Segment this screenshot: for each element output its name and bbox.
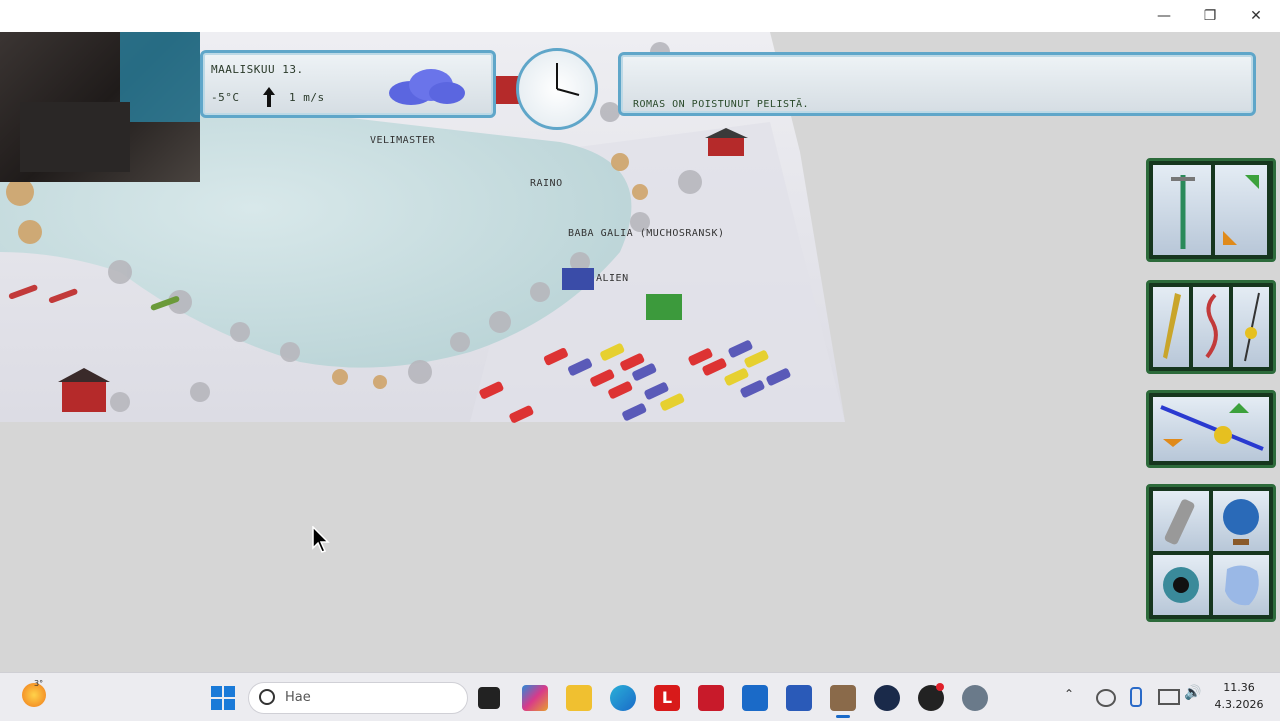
tool-group-rod: [1146, 390, 1276, 468]
taskbar: 3° L ⌃ 🔊 11.36 4.3.2026: [0, 672, 1280, 721]
microphone-icon[interactable]: [1130, 687, 1142, 707]
temperature-value: -5°C: [211, 91, 240, 104]
map-icon[interactable]: [1213, 555, 1269, 615]
clock-icon: [516, 48, 598, 130]
tool-group-bait: [1146, 280, 1276, 374]
recording-dot-icon: [936, 683, 944, 691]
start-icon[interactable]: [210, 685, 236, 711]
jig-icon[interactable]: [1233, 287, 1269, 367]
mouse-cursor-icon: [312, 525, 332, 558]
network-icon[interactable]: [1158, 689, 1180, 705]
volume-icon[interactable]: 🔊: [1184, 685, 1201, 701]
message-panel: ROMAS ON POISTUNUT PELISTÄ.: [618, 52, 1256, 116]
search-placeholder: Hae: [285, 690, 311, 705]
chevron-up-icon[interactable]: ⌃: [1064, 687, 1074, 701]
copilot-icon[interactable]: [522, 685, 548, 711]
game-app-icon[interactable]: [830, 685, 856, 711]
move-arrows-icon[interactable]: [1215, 165, 1267, 255]
status-panel: MAALISKUU 13. -5°C 1 m/s: [200, 50, 496, 118]
mcafee-icon[interactable]: [698, 685, 724, 711]
clock-time[interactable]: 11.36: [1214, 681, 1264, 694]
edge-browser-icon[interactable]: [610, 685, 636, 711]
active-app-indicator: [836, 715, 850, 718]
cloud-icon: [387, 67, 467, 107]
outlook-icon[interactable]: [742, 685, 768, 711]
player-label[interactable]: BABA GALIA (MUCHOSRANSK): [568, 228, 725, 239]
tool-group-drill: [1146, 158, 1276, 262]
restore-icon[interactable]: ❐: [1190, 4, 1230, 28]
game-viewport[interactable]: VELIMASTER RAINO BABA GALIA (MUCHOSRANSK…: [0, 32, 1280, 672]
fishing-rod-icon[interactable]: [1153, 397, 1269, 461]
search-icon: [259, 689, 275, 705]
thermos-icon[interactable]: [1153, 491, 1209, 551]
minimize-icon[interactable]: —: [1144, 4, 1184, 28]
clock-date[interactable]: 4.3.2026: [1208, 698, 1270, 711]
store-icon[interactable]: [786, 685, 812, 711]
globe-icon[interactable]: [1213, 491, 1269, 551]
ice-drill-icon[interactable]: [1153, 165, 1211, 255]
file-explorer-icon[interactable]: [566, 685, 592, 711]
settings-gear-icon[interactable]: [962, 685, 988, 711]
wind-speed: 1 m/s: [289, 91, 325, 104]
weather-badge: 3°: [34, 679, 44, 688]
task-view-icon[interactable]: [478, 687, 500, 709]
cloud-sync-icon[interactable]: [1096, 689, 1116, 707]
player-label[interactable]: ALIEN: [596, 273, 629, 284]
close-icon[interactable]: ✕: [1236, 4, 1276, 28]
player-label[interactable]: VELIMASTER: [370, 135, 435, 146]
tool-group-misc: [1146, 484, 1276, 622]
lure-icon[interactable]: [1153, 287, 1189, 367]
wind-arrow-icon: [263, 87, 275, 107]
search-box[interactable]: Hae: [248, 682, 468, 714]
player-label[interactable]: RAINO: [530, 178, 563, 189]
lotto-app-icon[interactable]: L: [654, 685, 680, 711]
worm-bait-icon[interactable]: [1193, 287, 1229, 367]
webcam-overlay: [0, 32, 200, 182]
message-text: ROMAS ON POISTUNUT PELISTÄ.: [633, 99, 810, 110]
window-titlebar: — ❐ ✕: [0, 0, 1280, 32]
steam-icon[interactable]: [874, 685, 900, 711]
eye-icon[interactable]: [1153, 555, 1209, 615]
game-date: MAALISKUU 13.: [211, 63, 304, 76]
